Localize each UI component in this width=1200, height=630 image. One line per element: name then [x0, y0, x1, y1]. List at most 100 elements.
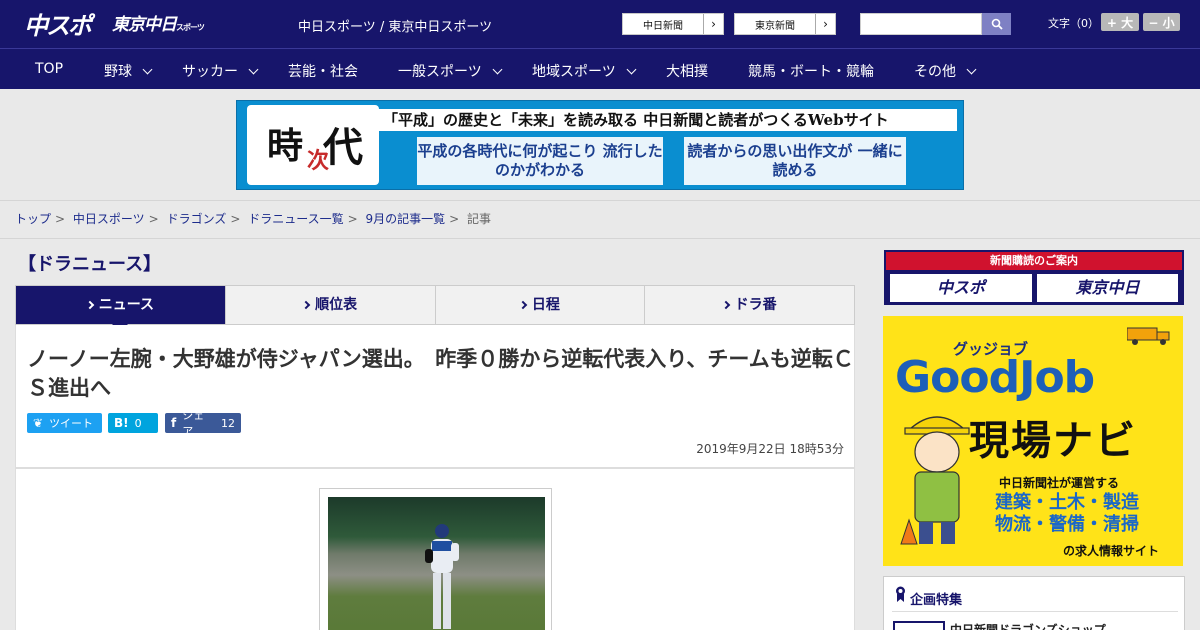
- tab-label: ドラ番: [734, 297, 777, 313]
- banner-feature-1: 平成の各時代に何が起こり 流行したのかがわかる: [417, 137, 663, 185]
- font-size-label: 文字（0）: [1048, 17, 1099, 30]
- nav-label: 競馬・ボート・競輪: [748, 64, 874, 80]
- jidai-char: 代: [323, 124, 363, 171]
- breadcrumb-link[interactable]: 中日スポーツ: [73, 212, 145, 226]
- breadcrumb-separator: >: [347, 212, 358, 226]
- tokyo-chunichi-subscribe-button[interactable]: 東京中日: [1037, 274, 1178, 302]
- tweet-button[interactable]: ❦ ツイート: [27, 413, 102, 433]
- nav-label: 一般スポーツ: [398, 64, 482, 80]
- divider: [0, 238, 1200, 239]
- chuspo-subscribe-button[interactable]: 中スポ: [890, 274, 1032, 302]
- article-photo-frame: [319, 488, 552, 630]
- tab-label: 順位表: [315, 297, 358, 313]
- chunichi-shimbun-button[interactable]: 中日新聞 ›: [622, 13, 724, 35]
- pitcher-figure: [425, 524, 459, 629]
- chevron-down-icon: [626, 64, 637, 75]
- search-input[interactable]: [860, 13, 982, 35]
- font-size-increase-button[interactable]: + 大: [1101, 13, 1139, 31]
- breadcrumb-current: 記事: [467, 212, 492, 226]
- tab-label: 日程: [531, 297, 560, 313]
- banner-feature-2: 読者からの思い出作文が 一緒に読める: [684, 137, 906, 185]
- nav-racing[interactable]: 競馬・ボート・競輪: [748, 61, 874, 81]
- hatena-count: 0: [134, 416, 142, 430]
- feature-thumbnail[interactable]: [893, 621, 945, 630]
- nav-other[interactable]: その他: [914, 61, 977, 81]
- banner-area: 時 次 代 「平成」の歴史と「未来」を読み取る 中日新聞と読者がつくるWebサイ…: [0, 89, 1200, 201]
- tokyo-logo-text: 東京中日: [112, 15, 177, 35]
- goodjob-operator: 中日新聞社が運営する: [999, 476, 1120, 490]
- nav-general-sports[interactable]: 一般スポーツ: [398, 61, 503, 81]
- jidai-banner-ad[interactable]: 時 次 代 「平成」の歴史と「未来」を読み取る 中日新聞と読者がつくるWebサイ…: [236, 100, 964, 190]
- truck-icon: [1127, 327, 1170, 345]
- search-button[interactable]: [982, 13, 1011, 35]
- article-date: 2019年9月22日 18時53分: [696, 442, 844, 456]
- article-photo[interactable]: [328, 497, 545, 630]
- nav-soccer[interactable]: サッカー: [182, 61, 259, 81]
- subscription-ad-heading: 新聞購読のご案内: [886, 252, 1182, 270]
- subscription-ad[interactable]: 新聞購読のご案内 中スポ 東京中日: [884, 250, 1184, 305]
- goodjob-logo: GoodJob: [895, 352, 1095, 403]
- goodjob-category-line: 建築・土木・製造: [995, 492, 1139, 513]
- goodjob-tagline: の求人情報サイト: [1063, 544, 1160, 558]
- nav-entertainment[interactable]: 芸能・社会: [288, 61, 358, 81]
- section-title: 【ドラニュース】: [18, 254, 162, 275]
- tab-reporter[interactable]: ドラ番: [645, 286, 854, 324]
- article-headline: ノーノー左腕・大野雄が侍ジャパン選出。 昨季０勝から逆転代表入り、チームも逆転Ｃ…: [27, 347, 854, 400]
- news-tabs: ニュース 順位表 日程 ドラ番: [15, 285, 855, 332]
- breadcrumb-separator: >: [230, 212, 241, 226]
- font-size-decrease-button[interactable]: − 小: [1143, 13, 1180, 31]
- breadcrumb-link[interactable]: トップ: [15, 212, 51, 226]
- divider: [892, 611, 1178, 612]
- nav-top[interactable]: TOP: [35, 61, 63, 77]
- genba-navi-title: 現場ナビ: [969, 418, 1137, 464]
- nav-label: 芸能・社会: [288, 64, 358, 80]
- tokyo-shimbun-button[interactable]: 東京新聞 ›: [734, 13, 836, 35]
- tab-standings[interactable]: 順位表: [226, 286, 436, 324]
- twitter-icon: ❦: [33, 416, 44, 430]
- search-icon: [991, 18, 1003, 30]
- chuspo-logo[interactable]: 中スポ: [24, 6, 92, 41]
- facebook-share-button[interactable]: f シェア 12: [165, 409, 241, 438]
- chevron-right-icon: [85, 300, 94, 310]
- facebook-icon: f: [171, 416, 177, 430]
- breadcrumb-separator: >: [55, 212, 66, 226]
- goodjob-categories: 建築・土木・製造 物流・警備・清掃: [995, 492, 1139, 536]
- facebook-share-label: シェア: [182, 409, 205, 438]
- breadcrumb-separator: >: [148, 212, 159, 226]
- main-nav: TOP 野球 サッカー 芸能・社会 一般スポーツ 地域スポーツ 大相撲 競馬・ボ…: [0, 48, 1200, 89]
- tab-news[interactable]: ニュース: [16, 286, 226, 332]
- chevron-right-icon: [301, 300, 311, 310]
- nav-sumo[interactable]: 大相撲: [666, 61, 708, 81]
- paper-button-label: 中日新聞: [643, 20, 683, 32]
- tweet-label: ツイート: [49, 417, 94, 430]
- article-body: [15, 468, 855, 630]
- tab-label: ニュース: [98, 297, 155, 313]
- goodjob-ad[interactable]: グッジョブ GoodJob 現場ナビ 中日新聞社が運営する 建築・土木・製造 物…: [883, 316, 1183, 566]
- nav-label: 野球: [104, 64, 132, 80]
- ribbon-icon: [896, 586, 905, 602]
- breadcrumb-link[interactable]: ドラゴンズ: [167, 212, 227, 226]
- paper-button-label: 東京新聞: [755, 20, 795, 32]
- breadcrumb-link[interactable]: 9月の記事一覧: [366, 212, 446, 226]
- jidai-char: 時: [267, 125, 304, 167]
- nav-label: サッカー: [182, 64, 238, 80]
- tab-schedule[interactable]: 日程: [436, 286, 646, 324]
- jidai-logo: 時 次 代: [247, 105, 379, 185]
- hatena-bookmark-icon: B!: [114, 416, 129, 430]
- nav-label: その他: [914, 64, 956, 80]
- nav-local-sports[interactable]: 地域スポーツ: [532, 61, 637, 81]
- chevron-down-icon: [492, 64, 503, 75]
- goodjob-category-line: 物流・警備・清掃: [995, 514, 1139, 535]
- tokyo-chunichi-logo[interactable]: 東京中日スポーツ: [112, 10, 205, 35]
- hatena-bookmark-button[interactable]: B! 0: [108, 413, 158, 433]
- feature-title: 企画特集: [910, 593, 963, 608]
- chevron-right-icon: [518, 300, 528, 310]
- chevron-right-icon: ›: [815, 14, 835, 34]
- nav-baseball[interactable]: 野球: [104, 61, 153, 81]
- site-links[interactable]: 中日スポーツ / 東京中日スポーツ: [298, 16, 492, 35]
- feature-box: 企画特集 中日新聞ドラゴンズショップ: [883, 576, 1185, 630]
- breadcrumb-link[interactable]: ドラニュース一覧: [248, 212, 343, 226]
- banner-headline: 「平成」の歴史と「未来」を読み取る 中日新聞と読者がつくるWebサイト: [377, 109, 957, 131]
- feature-item-link[interactable]: 中日新聞ドラゴンズショップ: [950, 621, 1106, 630]
- chevron-down-icon: [966, 64, 977, 75]
